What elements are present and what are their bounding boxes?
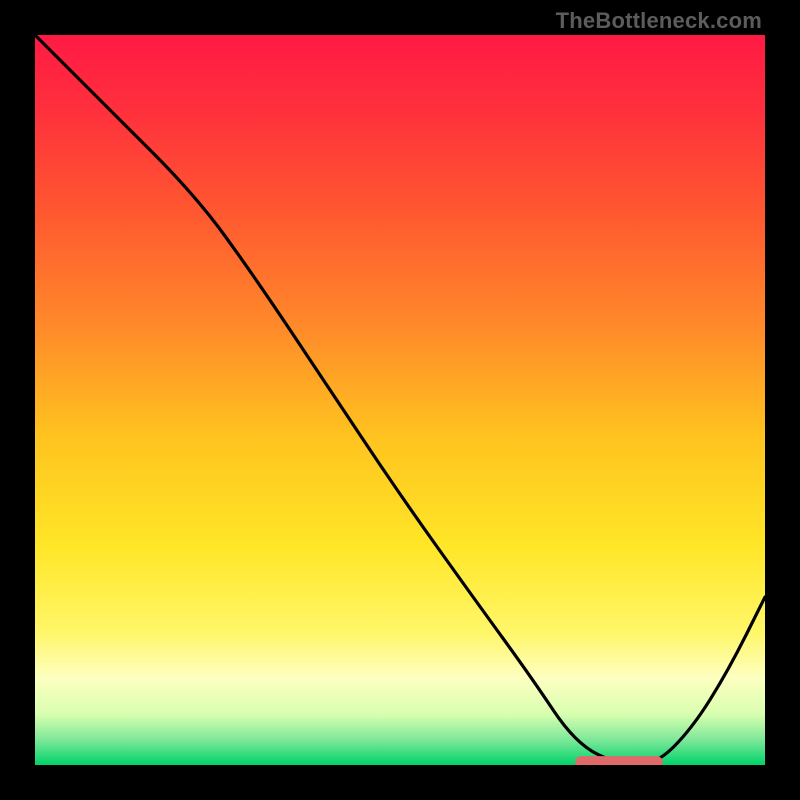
- plot-area: [35, 35, 765, 765]
- optimal-range-bar: [575, 756, 663, 765]
- watermark-label: TheBottleneck.com: [556, 8, 762, 34]
- chart-frame: TheBottleneck.com: [0, 0, 800, 800]
- chart-svg: [35, 35, 765, 765]
